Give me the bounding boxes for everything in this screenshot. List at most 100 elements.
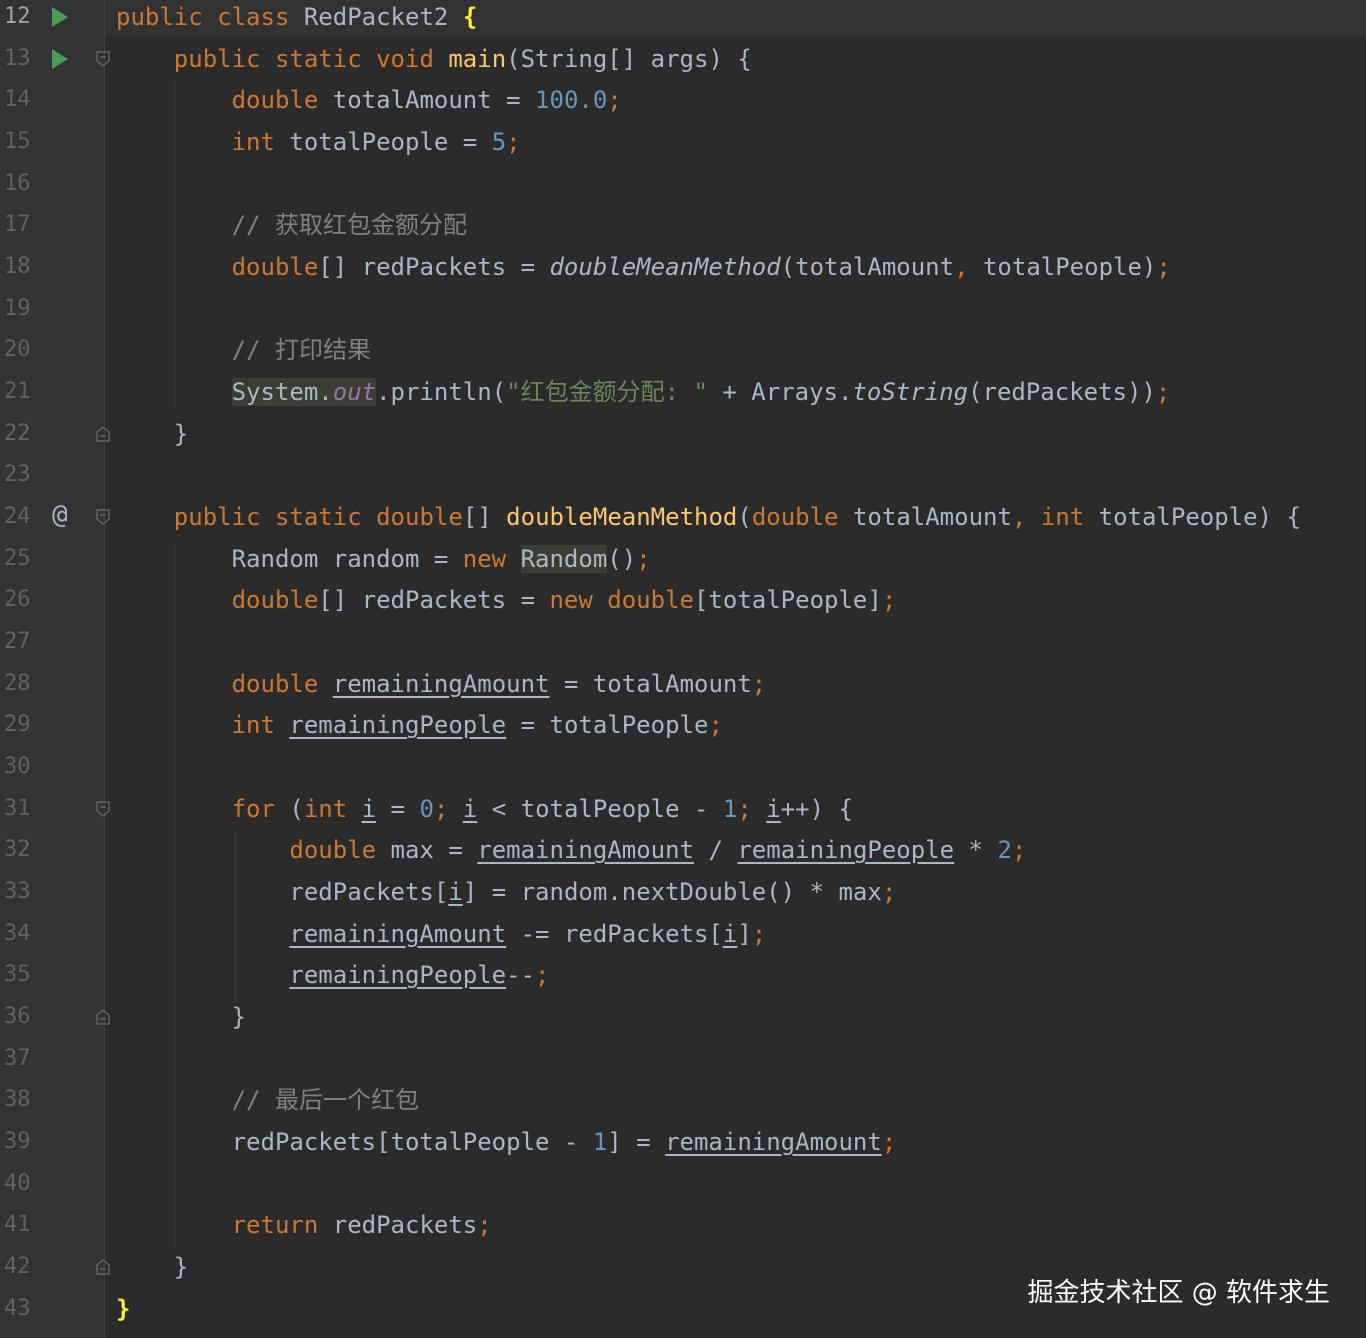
code-line[interactable]: 35 remainingPeople--; [0, 954, 1366, 996]
code-token: ; [751, 669, 767, 698]
code-line[interactable]: 22 } [0, 413, 1366, 455]
code-text[interactable]: for (int i = 0; i < totalPeople - 1; i++… [116, 788, 853, 830]
line-number: 14 [4, 87, 31, 113]
fold-close-icon[interactable] [96, 1009, 110, 1025]
code-line[interactable]: 16 [0, 163, 1366, 205]
code-line[interactable]: 25 Random random = new Random(); [0, 538, 1366, 580]
code-line[interactable]: 19 [0, 288, 1366, 330]
code-editor[interactable]: 12 public class RedPacket2 {13 public sta… [0, 0, 1366, 1338]
code-line[interactable]: 21 System.out.println("红包金额分配: " + Array… [0, 371, 1366, 413]
code-text[interactable]: public static void main(String[] args) { [116, 38, 752, 80]
code-line[interactable]: 28 double remainingAmount = totalAmount; [0, 663, 1366, 705]
code-text[interactable]: Random random = new Random(); [116, 538, 651, 580]
code-token: // 打印结果 [231, 336, 371, 365]
code-text[interactable]: redPackets[i] = random.nextDouble() * ma… [116, 871, 896, 913]
code-line[interactable]: 20 // 打印结果 [0, 329, 1366, 371]
code-token: -- [506, 961, 536, 990]
code-token: , [1011, 503, 1041, 532]
code-token: max = [390, 836, 478, 865]
code-text[interactable]: int remainingPeople = totalPeople; [116, 704, 723, 746]
code-line[interactable]: 38 // 最后一个红包 [0, 1079, 1366, 1121]
code-line[interactable]: 14 double totalAmount = 100.0; [0, 79, 1366, 121]
code-line[interactable]: 12 public class RedPacket2 { [0, 0, 1366, 38]
code-token: ; [708, 711, 723, 740]
code-text[interactable]: double[] redPackets = doubleMeanMethod(t… [116, 246, 1171, 288]
code-token: [totalPeople] [693, 586, 882, 615]
code-token: ; [751, 919, 767, 948]
line-number: 19 [4, 295, 31, 321]
run-icon[interactable] [52, 48, 68, 69]
code-token: i [448, 878, 463, 907]
code-token: -= redPackets[ [506, 919, 723, 948]
code-text[interactable]: // 获取红包金额分配 [116, 204, 467, 246]
code-text[interactable]: // 最后一个红包 [116, 1079, 419, 1121]
code-token: } [116, 1294, 131, 1323]
code-text[interactable]: remainingAmount -= redPackets[i]; [116, 913, 766, 955]
code-token: = totalPeople [506, 711, 709, 740]
code-text[interactable]: double max = remainingAmount / remaining… [116, 829, 1026, 871]
implements-icon[interactable]: @ [52, 502, 74, 528]
code-token: // 最后一个红包 [231, 1086, 419, 1115]
code-token: i [361, 794, 377, 823]
line-number: 20 [4, 337, 31, 363]
code-text[interactable]: double totalAmount = 100.0; [116, 79, 622, 121]
code-line[interactable]: 41 return redPackets; [0, 1204, 1366, 1246]
code-text[interactable]: redPackets[totalPeople - 1] = remainingA… [116, 1121, 897, 1163]
fold-close-icon[interactable] [96, 425, 110, 442]
fold-close-icon[interactable] [96, 1259, 110, 1275]
code-token: double [289, 836, 391, 865]
code-text[interactable]: remainingPeople--; [116, 954, 549, 996]
code-token: ( [289, 794, 304, 823]
code-line[interactable]: 37 [0, 1038, 1366, 1080]
code-line[interactable]: 17 // 获取红包金额分配 [0, 204, 1366, 246]
code-token: public [173, 503, 275, 532]
line-number: 18 [4, 254, 31, 280]
code-line[interactable]: 34 remainingAmount -= redPackets[i]; [0, 913, 1366, 955]
code-text[interactable]: } [116, 1288, 130, 1330]
line-number: 22 [4, 420, 31, 446]
code-line[interactable]: 31 for (int i = 0; i < totalPeople - 1; … [0, 788, 1366, 830]
code-text[interactable]: // 打印结果 [116, 329, 371, 371]
code-token: ; [881, 878, 897, 907]
code-line[interactable]: 36 } [0, 996, 1366, 1038]
code-line[interactable]: 24 @ public static double[] doubleMeanMet… [0, 496, 1366, 538]
code-text[interactable]: } [116, 413, 188, 455]
code-line[interactable]: 15 int totalPeople = 5; [0, 121, 1366, 163]
code-line[interactable]: 40 [0, 1163, 1366, 1205]
code-text[interactable]: } [116, 996, 246, 1038]
code-token: remainingAmount [665, 1128, 882, 1157]
code-line[interactable]: 18 double[] redPackets = doubleMeanMetho… [0, 246, 1366, 288]
code-token: int [231, 711, 290, 740]
code-line[interactable]: 33 redPackets[i] = random.nextDouble() *… [0, 871, 1366, 913]
code-line[interactable]: 32 double max = remainingAmount / remain… [0, 829, 1366, 871]
code-text[interactable]: System.out.println("红包金额分配: " + Arrays.t… [116, 371, 1170, 413]
code-text[interactable]: int totalPeople = 5; [116, 121, 521, 163]
code-token: ] = [607, 1128, 666, 1157]
code-line[interactable]: 39 redPackets[totalPeople - 1] = remaini… [0, 1121, 1366, 1163]
line-number: 34 [4, 920, 31, 946]
code-token: ; [737, 794, 767, 823]
code-token: totalPeople) { [1098, 503, 1301, 532]
code-token: static [274, 44, 377, 73]
code-line[interactable]: 29 int remainingPeople = totalPeople; [0, 704, 1366, 746]
code-text[interactable]: return redPackets; [116, 1204, 492, 1246]
code-text[interactable]: public static double[] doubleMeanMethod(… [116, 496, 1301, 538]
code-text[interactable]: double[] redPackets = new double[totalPe… [116, 579, 897, 621]
run-icon[interactable] [52, 7, 68, 27]
code-line[interactable]: 26 double[] redPackets = new double[tota… [0, 579, 1366, 621]
code-line[interactable]: 27 [0, 621, 1366, 663]
code-line[interactable]: 30 [0, 746, 1366, 788]
fold-open-icon[interactable] [96, 51, 110, 67]
code-line[interactable]: 23 [0, 454, 1366, 496]
code-line[interactable]: 13 public static void main(String[] args… [0, 38, 1366, 80]
code-token: RedPacket2 [303, 3, 463, 31]
code-text[interactable]: double remainingAmount = totalAmount; [116, 663, 767, 705]
fold-open-icon[interactable] [96, 801, 110, 817]
code-token: ; [1156, 253, 1171, 282]
code-token: [] [462, 503, 507, 532]
fold-open-icon[interactable] [96, 509, 110, 525]
code-text[interactable]: public class RedPacket2 { [116, 0, 477, 38]
code-text[interactable]: } [116, 1246, 188, 1288]
